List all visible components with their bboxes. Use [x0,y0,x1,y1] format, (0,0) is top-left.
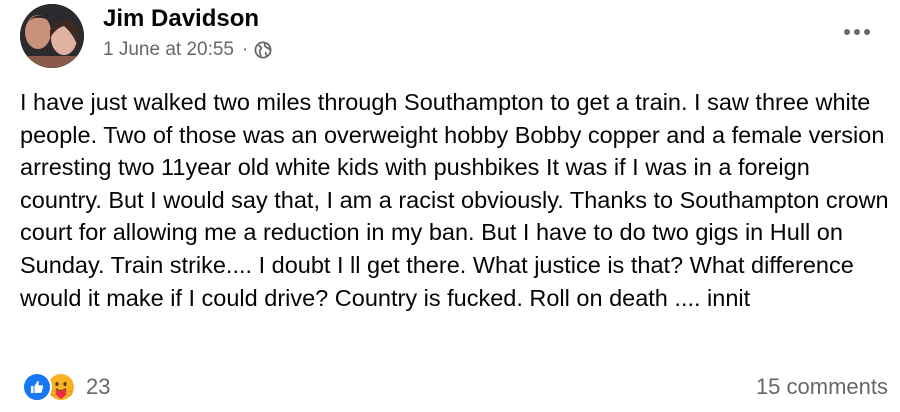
avatar[interactable] [20,4,84,68]
post-subline: 1 June at 20:55 · [103,38,272,62]
facebook-post: Jim Davidson 1 June at 20:55 · I have ju… [0,0,900,412]
comments-count-link[interactable]: 15 comments [756,374,888,400]
post-footer: 23 15 comments [22,368,888,406]
more-horizontal-icon [842,29,872,35]
post-header: Jim Davidson 1 June at 20:55 · [20,4,272,68]
post-meta: Jim Davidson 1 June at 20:55 · [103,4,272,62]
post-body-text: I have just walked two miles through Sou… [20,89,889,311]
globe-icon[interactable] [254,41,272,59]
like-icon [22,372,52,402]
separator: · [242,39,249,60]
avatar-image [20,4,84,68]
reactions-summary[interactable]: 23 [22,372,110,402]
author-name[interactable]: Jim Davidson [103,4,272,34]
more-options-button[interactable] [840,22,874,42]
timestamp[interactable]: 1 June at 20:55 [103,38,234,62]
reaction-count: 23 [86,374,111,399]
